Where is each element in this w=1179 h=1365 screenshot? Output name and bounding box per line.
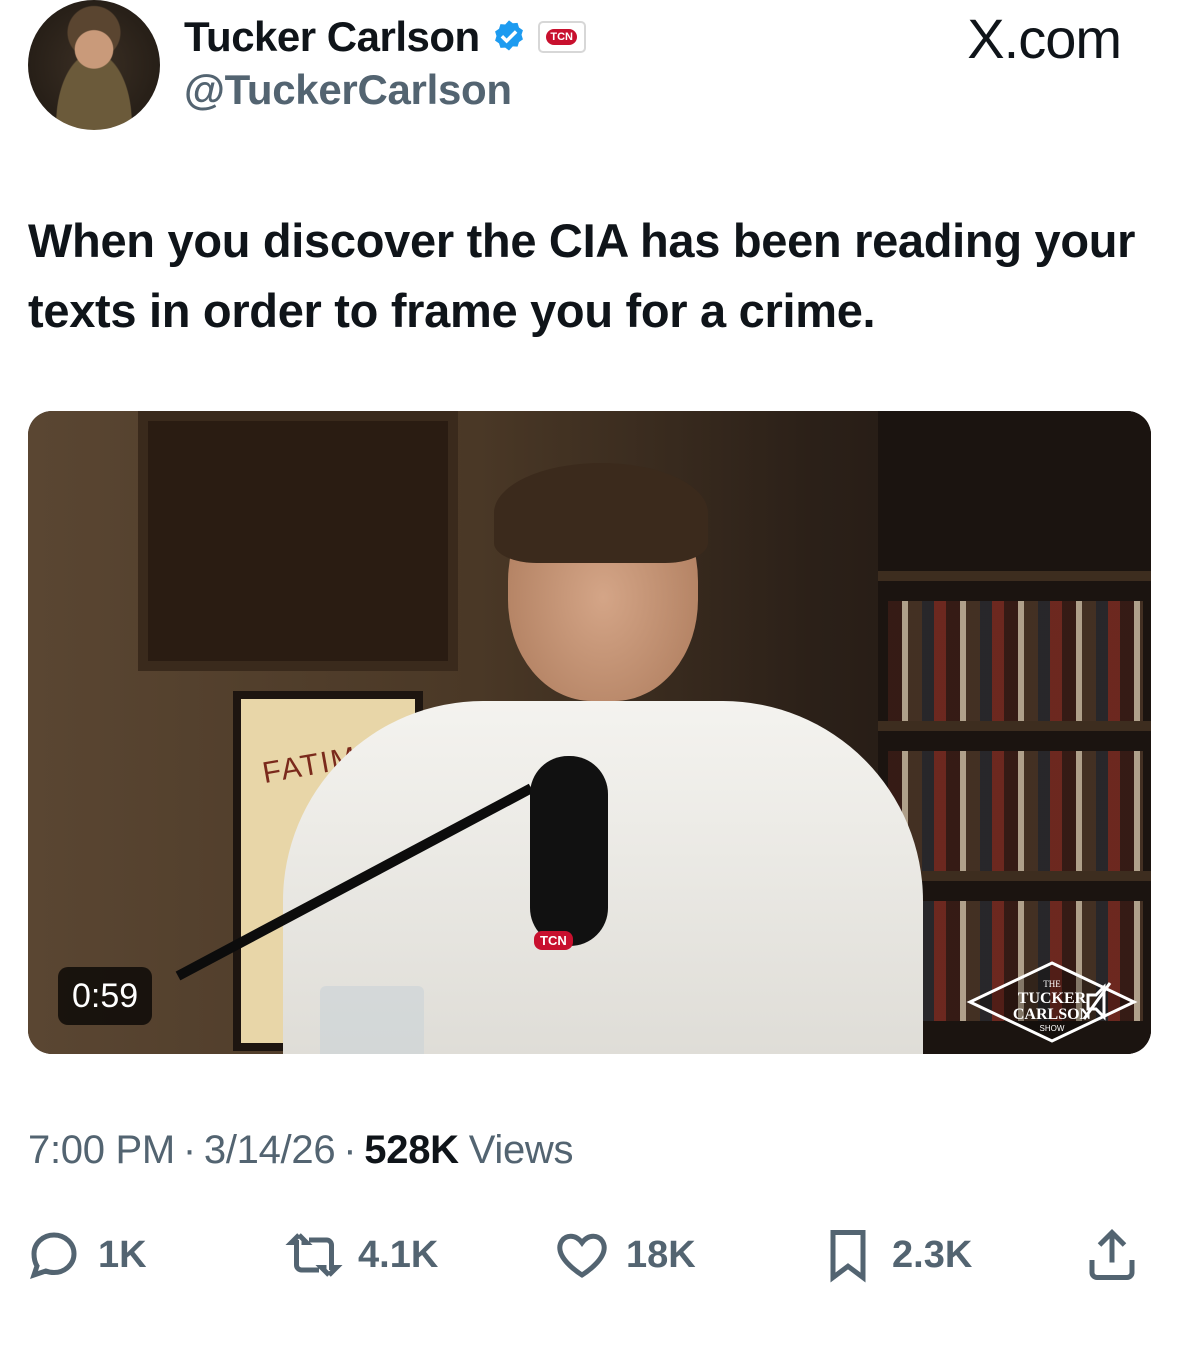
video-duration: 0:59 — [58, 967, 153, 1025]
show-logo-line3: CARLSON — [1013, 1006, 1092, 1023]
water-glass — [320, 986, 424, 1054]
tweet-text: When you discover the CIA has been readi… — [28, 214, 1136, 337]
mic-label: TCN — [534, 931, 573, 950]
like-icon — [557, 1233, 607, 1278]
repost-button[interactable]: 4.1K — [284, 1220, 438, 1290]
site-label: X.com — [967, 7, 1122, 70]
bookmark-button[interactable]: 2.3K — [818, 1220, 972, 1290]
repost-icon — [285, 1233, 343, 1277]
affiliate-badge[interactable]: TCN — [537, 21, 586, 53]
tweet-time[interactable]: 7:00 PM — [28, 1128, 175, 1173]
avatar[interactable] — [28, 0, 160, 130]
person-hair — [494, 463, 708, 563]
display-name[interactable]: Tucker Carlson — [184, 13, 480, 61]
name-row: Tucker Carlson TCN — [184, 10, 586, 64]
like-button[interactable]: 18K — [552, 1220, 696, 1290]
reply-icon — [30, 1232, 77, 1279]
tweet-meta: 7:00 PM · 3/14/26 · 528K Views — [28, 1128, 574, 1173]
microphone — [530, 756, 608, 946]
repost-count: 4.1K — [358, 1233, 439, 1276]
like-count: 18K — [626, 1233, 696, 1276]
reply-button[interactable]: 1K — [24, 1220, 147, 1290]
share-button[interactable] — [1082, 1220, 1142, 1290]
bookmark-count: 2.3K — [892, 1233, 973, 1276]
views-count: 528K — [364, 1128, 459, 1172]
tweet-header: Tucker Carlson TCN @TuckerCarlson X.com — [0, 0, 1179, 140]
books — [888, 751, 1143, 871]
books — [888, 601, 1143, 721]
bookmark-icon — [830, 1230, 866, 1283]
show-logo-line4: SHOW — [1040, 1024, 1065, 1033]
separator: · — [343, 1128, 357, 1172]
wall-frame — [138, 411, 458, 671]
reply-count: 1K — [98, 1233, 147, 1276]
views-label: Views — [468, 1128, 574, 1172]
video-player[interactable]: FATIMA TCN 0:59 THE TUCKER CARLSON SHOW — [28, 411, 1151, 1054]
tweet-date[interactable]: 3/14/26 — [204, 1128, 336, 1173]
verified-icon — [494, 20, 523, 51]
separator: · — [182, 1128, 196, 1172]
share-icon — [1089, 1228, 1135, 1280]
show-logo-line2: TUCKER — [1018, 990, 1087, 1007]
handle[interactable]: @TuckerCarlson — [184, 66, 512, 114]
affiliate-badge-label: TCN — [546, 29, 577, 45]
action-bar: 1K 4.1K 18K 2.3K — [0, 1220, 1179, 1290]
shelf-board — [878, 721, 1151, 731]
shelf-board — [878, 571, 1151, 581]
show-logo: THE TUCKER CARLSON SHOW — [966, 959, 1138, 1045]
show-logo-line1: THE — [1043, 979, 1061, 989]
